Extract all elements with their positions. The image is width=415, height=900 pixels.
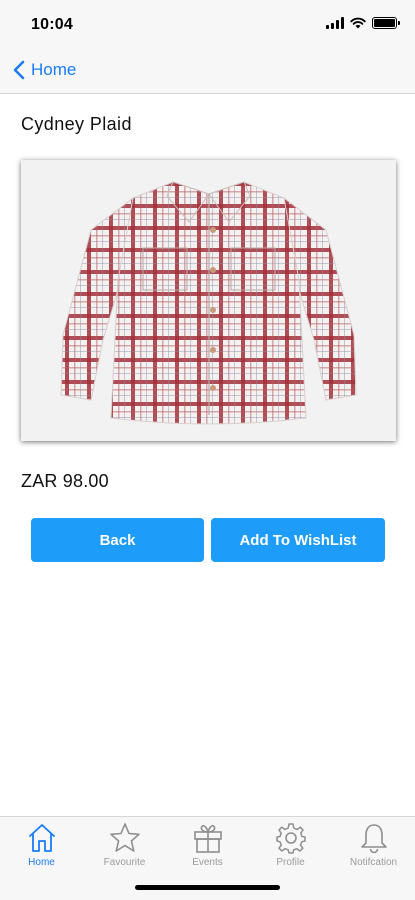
product-image bbox=[21, 160, 396, 441]
tab-favourite[interactable]: Favourite bbox=[83, 821, 166, 868]
product-price: ZAR 98.00 bbox=[21, 471, 109, 491]
nav-back-label: Home bbox=[31, 60, 77, 79]
tab-profile-label: Profile bbox=[276, 857, 305, 868]
tab-notification[interactable]: Notifcation bbox=[332, 821, 415, 868]
tab-favourite-label: Favourite bbox=[103, 857, 146, 868]
home-icon bbox=[28, 824, 55, 852]
bell-icon bbox=[360, 824, 387, 854]
status-time: 10:04 bbox=[31, 16, 73, 33]
tab-events[interactable]: Events bbox=[166, 821, 249, 868]
wifi-icon bbox=[350, 17, 366, 29]
tab-events-label: Events bbox=[192, 857, 223, 868]
battery-icon bbox=[372, 17, 400, 29]
navigation-bar: Home bbox=[0, 48, 415, 94]
product-title: Cydney Plaid bbox=[21, 114, 132, 134]
tab-profile[interactable]: Profile bbox=[249, 821, 332, 868]
nav-back-button[interactable]: Home bbox=[12, 60, 76, 80]
status-bar: 10:04 bbox=[0, 0, 415, 48]
gear-icon bbox=[275, 823, 306, 854]
add-to-wishlist-button[interactable]: Add To WishList bbox=[211, 518, 385, 562]
gift-icon bbox=[193, 824, 222, 853]
tab-home[interactable]: Home bbox=[0, 821, 83, 868]
tab-home-label: Home bbox=[28, 857, 55, 868]
status-icons bbox=[326, 17, 400, 29]
home-indicator bbox=[135, 885, 280, 890]
star-icon bbox=[109, 823, 140, 852]
product-detail-screen: 10:04 Home Cydney Plaid ZAR 98.00 Back A… bbox=[0, 0, 415, 900]
tab-notification-label: Notifcation bbox=[349, 857, 398, 868]
signal-icon bbox=[326, 17, 344, 29]
plaid-shirt-image bbox=[21, 160, 396, 441]
chevron-left-icon bbox=[13, 60, 25, 80]
back-button[interactable]: Back bbox=[31, 518, 204, 562]
